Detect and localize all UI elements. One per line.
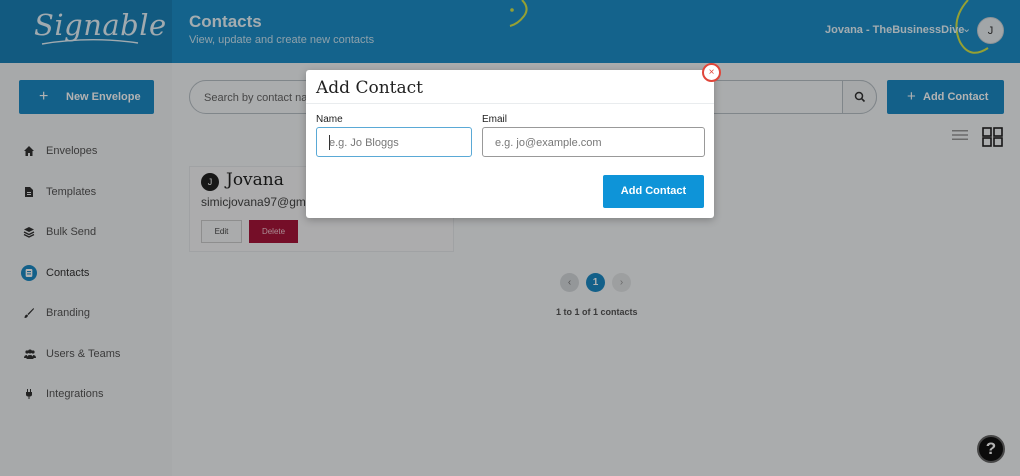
text-caret	[329, 135, 330, 150]
modal-divider	[306, 103, 714, 104]
email-field[interactable]: e.g. jo@example.com	[482, 127, 705, 157]
name-placeholder: e.g. Jo Bloggs	[329, 137, 399, 149]
close-icon[interactable]: ×	[702, 63, 721, 82]
add-contact-submit-button[interactable]: Add Contact	[603, 175, 704, 208]
email-label: Email	[482, 114, 508, 125]
name-label: Name	[316, 114, 343, 125]
email-placeholder: e.g. jo@example.com	[495, 137, 602, 149]
modal-title: Add Contact	[316, 78, 423, 98]
add-contact-modal: Add Contact × Name e.g. Jo Bloggs Email …	[306, 63, 721, 218]
name-field[interactable]: e.g. Jo Bloggs	[316, 127, 472, 157]
